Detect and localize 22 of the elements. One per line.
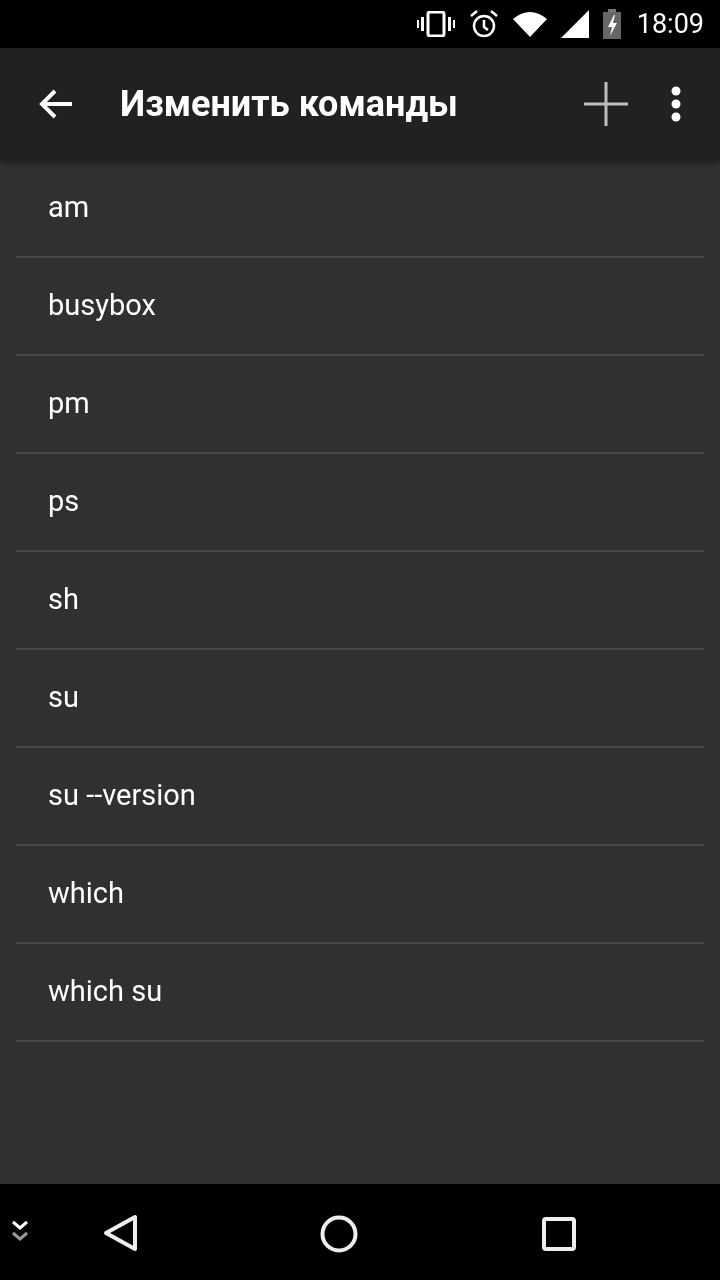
command-item[interactable]: pm [16, 356, 704, 454]
command-item[interactable]: su --version [16, 748, 704, 846]
command-item[interactable]: su [16, 650, 704, 748]
status-time: 18:09 [636, 6, 704, 42]
battery-charging-icon [602, 9, 621, 39]
chevron-down-icon[interactable] [11, 1220, 29, 1244]
home-circle-icon[interactable] [320, 1215, 358, 1253]
signal-icon [560, 10, 589, 38]
command-item[interactable]: sh [16, 552, 704, 650]
wifi-icon [512, 11, 547, 37]
command-item[interactable]: which [16, 846, 704, 944]
command-item[interactable]: which su [16, 944, 704, 1042]
command-item[interactable]: ps [16, 454, 704, 552]
recent-apps-square-icon[interactable] [542, 1217, 578, 1251]
command-item[interactable]: am [16, 160, 704, 258]
back-triangle-icon[interactable] [103, 1214, 139, 1252]
vibrate-icon [416, 11, 455, 37]
screen-title: Изменить команды [120, 82, 459, 127]
command-item[interactable]: busybox [16, 258, 704, 356]
more-options-icon[interactable] [670, 86, 682, 122]
add-icon[interactable] [582, 80, 630, 128]
alarm-clock-icon [468, 9, 499, 39]
